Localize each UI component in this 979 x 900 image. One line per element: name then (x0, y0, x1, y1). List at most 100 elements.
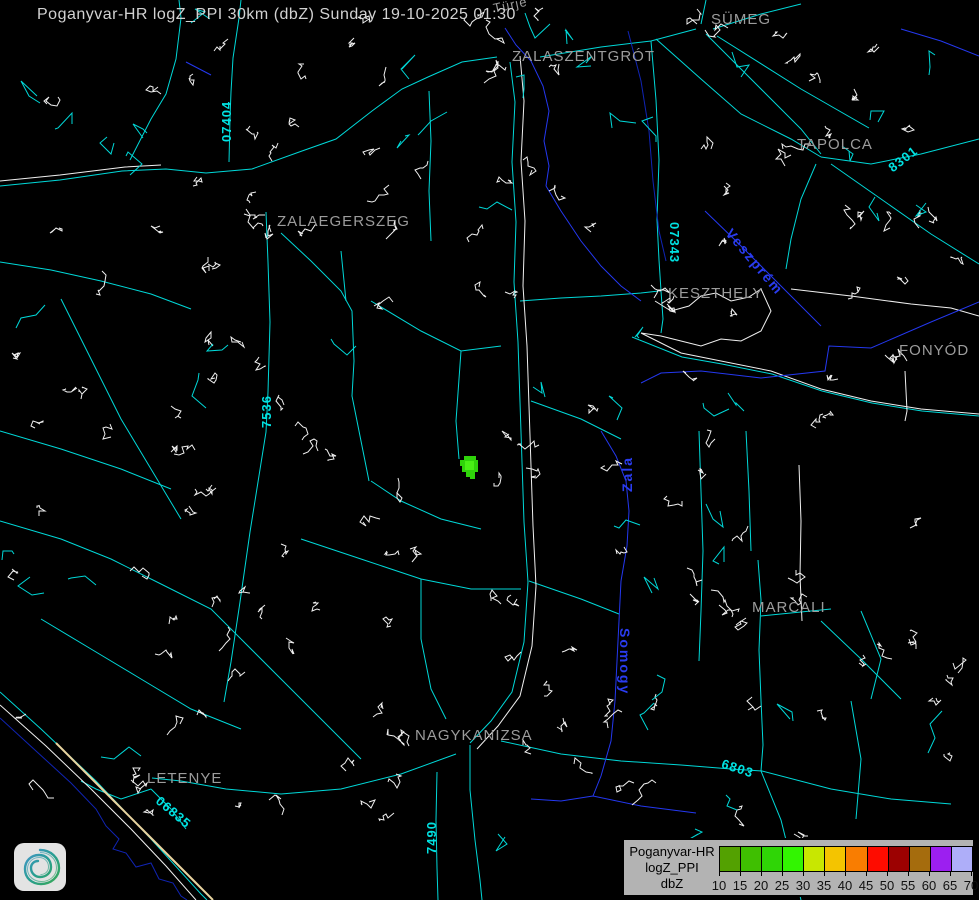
map-line (475, 282, 486, 297)
map-line (609, 396, 622, 420)
map-line (724, 183, 730, 195)
map-line (133, 124, 147, 138)
map-line (562, 647, 577, 652)
map-line (171, 446, 177, 452)
map-line (479, 202, 512, 210)
map-line (383, 617, 392, 627)
map-line (239, 587, 250, 593)
map-line (151, 226, 163, 233)
map-line (852, 89, 858, 100)
map-line (244, 214, 263, 229)
map-line (415, 161, 428, 179)
map-line (701, 137, 713, 149)
map-line (169, 616, 177, 624)
map-line (79, 387, 87, 399)
map-line (490, 590, 501, 604)
map-line (823, 411, 833, 418)
map-line (644, 577, 658, 593)
map-line (706, 504, 723, 527)
map-line (295, 422, 308, 440)
map-line (101, 747, 141, 759)
map-line (103, 424, 112, 439)
cyclone-spiral-icon (14, 843, 66, 891)
map-line (208, 262, 220, 269)
map-line (205, 332, 213, 346)
legend-color-cell (804, 847, 825, 871)
dbz-legend: Poganyvar-HR logZ_PPI dbZ 10152025303540… (622, 838, 975, 897)
map-line (410, 547, 421, 562)
settlement-outlines (0, 56, 979, 900)
map-line (525, 13, 550, 38)
legend-product-name: logZ_PPI (626, 860, 718, 875)
map-line (687, 9, 701, 24)
map-line (212, 596, 220, 607)
legend-color-cell (910, 847, 931, 871)
map-line (713, 547, 724, 564)
legend-color-cell (931, 847, 952, 871)
map-line (844, 205, 855, 229)
map-line (18, 577, 44, 595)
map-line (373, 703, 383, 717)
map-line (303, 439, 318, 454)
legend-tick (908, 871, 909, 876)
map-line (208, 373, 217, 383)
map-line (788, 570, 805, 583)
map-line (228, 669, 245, 681)
map-line (16, 714, 26, 718)
map-line (706, 430, 715, 447)
legend-color-cell (762, 847, 783, 871)
map-line (929, 698, 941, 705)
map-line (505, 291, 517, 298)
map-line (246, 126, 258, 139)
map-line (502, 431, 511, 440)
map-line (928, 207, 937, 223)
map-line (786, 54, 800, 63)
map-line (486, 64, 506, 72)
map-line (496, 834, 507, 851)
map-line (809, 73, 820, 83)
map-line (635, 327, 643, 338)
legend-tick (950, 871, 951, 876)
map-line (711, 590, 739, 612)
map-line (467, 225, 483, 242)
map-line (206, 485, 212, 494)
map-line (325, 449, 336, 461)
map-line (777, 704, 793, 721)
legend-tick (971, 871, 972, 876)
map-line (126, 152, 142, 175)
map-line (526, 468, 540, 478)
met-service-logo (14, 843, 66, 891)
map-line (418, 112, 447, 135)
map-line (44, 97, 60, 106)
map-line (782, 144, 811, 150)
radar-title: Poganyvar-HR logZ_PPI 30km (dbZ) Sunday … (37, 6, 516, 24)
map-line (171, 406, 181, 418)
legend-tick (782, 871, 783, 876)
map-line (726, 795, 737, 810)
map-line (401, 55, 415, 79)
map-line (902, 125, 914, 132)
map-line (703, 403, 729, 416)
road-network (0, 0, 979, 900)
map-line (16, 305, 45, 328)
legend-tick (929, 871, 930, 876)
map-line (281, 544, 288, 557)
map-line (698, 468, 706, 479)
map-line (735, 618, 747, 630)
map-line (662, 296, 674, 304)
map-line (705, 24, 728, 37)
map-line (827, 375, 838, 380)
map-line (100, 137, 114, 154)
map-line (601, 461, 622, 471)
map-line (885, 355, 897, 363)
map-line (577, 56, 592, 67)
map-line (189, 74, 194, 85)
map-line (640, 703, 654, 730)
map-line (719, 238, 726, 246)
map-line (361, 800, 375, 808)
map-line (397, 478, 402, 502)
map-line (193, 177, 202, 186)
map-line (231, 337, 244, 347)
map-line (12, 353, 20, 359)
map-line (667, 304, 675, 312)
